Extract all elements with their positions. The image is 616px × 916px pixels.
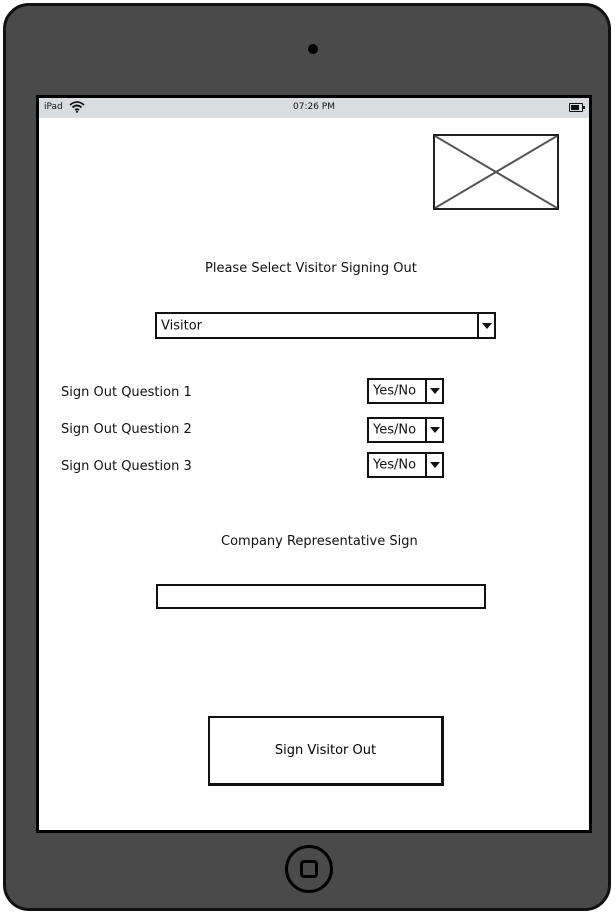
chevron-down-icon[interactable] [477,314,494,337]
screen: iPad 07:26 PM Please Select Visitor Sign… [36,95,592,833]
sign-visitor-out-button[interactable]: Sign Visitor Out [208,716,444,786]
camera-dot [308,44,318,54]
question-2-value: Yes/No [373,422,417,438]
question-1-select[interactable]: Yes/No [367,378,444,404]
status-time: 07:26 PM [293,102,335,112]
question-3-value: Yes/No [373,457,417,473]
chevron-down-icon[interactable] [425,454,442,476]
visitor-select-value: Visitor [161,318,202,333]
battery-icon [569,103,585,112]
visitor-select[interactable]: Visitor [155,312,496,339]
home-button-icon [300,860,318,878]
home-button[interactable] [285,845,333,893]
chevron-down-icon[interactable] [425,380,442,402]
signature-label: Company Representative Sign [221,534,418,549]
status-bar: iPad 07:26 PM [39,98,589,118]
image-placeholder-icon [433,134,559,210]
question-2-label: Sign Out Question 2 [61,422,192,437]
question-3-label: Sign Out Question 3 [61,459,192,474]
tablet-frame: iPad 07:26 PM Please Select Visitor Sign… [3,3,611,911]
question-3-select[interactable]: Yes/No [367,452,444,478]
chevron-down-icon[interactable] [425,419,442,441]
visitor-select-prompt: Please Select Visitor Signing Out [205,261,417,276]
question-1-value: Yes/No [373,383,417,399]
sign-visitor-out-label: Sign Visitor Out [274,743,377,758]
question-1-label: Sign Out Question 1 [61,385,192,400]
signature-input[interactable] [156,584,486,609]
question-2-select[interactable]: Yes/No [367,417,444,443]
